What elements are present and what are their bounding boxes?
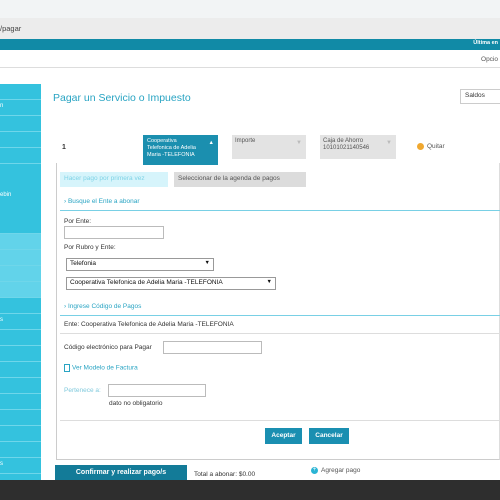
sidebar-item[interactable]: [0, 410, 41, 426]
rubro-select[interactable]: Telefonia ▼: [66, 258, 214, 271]
remove-icon: [417, 143, 424, 150]
codigo-input[interactable]: [163, 341, 262, 354]
ente-select[interactable]: Cooperativa Telefonica de Adelia Maria -…: [66, 277, 276, 290]
dato-no-obligatorio: dato no obligatorio: [109, 400, 163, 407]
sidebar-item[interactable]: [0, 378, 41, 394]
total-amount: Total a abonar: $0.00: [194, 471, 255, 478]
agregar-pago-button[interactable]: + Agregar pago: [311, 467, 360, 474]
ente-info: Ente: Cooperativa Telefonica de Adelia M…: [64, 321, 234, 328]
tab-agenda[interactable]: Seleccionar de la agenda de pagos: [174, 172, 306, 187]
sidebar: n ebin s s: [0, 84, 41, 480]
rubro-selected: Telefonia: [70, 260, 97, 267]
app-header-bar: [0, 39, 500, 50]
saldos-label: Saldos: [465, 92, 485, 99]
sidebar-item[interactable]: [0, 148, 41, 164]
busque-section-heading[interactable]: › Busque el Ente a abonar: [64, 198, 140, 205]
pertenece-label: Pertenece a:: [64, 387, 101, 394]
sidebar-item[interactable]: s: [0, 458, 41, 474]
ver-modelo-link[interactable]: Ver Modelo de Factura: [64, 364, 138, 372]
header-divider: [0, 67, 500, 68]
url-text[interactable]: /pagar: [0, 24, 21, 33]
importe-selector[interactable]: Importe ▼: [232, 135, 306, 159]
opciones-menu[interactable]: Opcio: [481, 56, 498, 63]
sidebar-item[interactable]: [0, 84, 41, 100]
sidebar-item-active[interactable]: [0, 234, 41, 250]
sidebar-item[interactable]: [0, 298, 41, 314]
por-ente-input[interactable]: [64, 226, 164, 239]
caret-up-icon: ▲: [208, 140, 214, 146]
last-login-text: Última en: [473, 40, 498, 46]
sidebar-item[interactable]: [0, 394, 41, 410]
quitar-button[interactable]: Quitar: [417, 143, 445, 150]
ente-line: Cooperativa: [147, 138, 177, 144]
sidebar-item[interactable]: n: [0, 100, 41, 116]
monitor-bezel: [0, 480, 500, 500]
caret-down-icon: ▼: [296, 140, 302, 146]
total-value: $0.00: [238, 471, 256, 478]
saldos-dropdown[interactable]: Saldos: [460, 89, 500, 104]
browser-top-strip: [0, 0, 500, 18]
sidebar-item[interactable]: [0, 266, 41, 282]
sidebar-item[interactable]: s: [0, 314, 41, 330]
importe-label: Importe: [235, 138, 256, 144]
por-ente-label: Por Ente:: [64, 218, 92, 225]
cuenta-selector[interactable]: Caja de Ahorro 10101021140546 ▼: [320, 135, 396, 159]
total-label: Total a abonar:: [194, 471, 238, 478]
sidebar-item[interactable]: [0, 250, 41, 266]
ente-line: Telefonica de Adelia: [147, 145, 196, 151]
sidebar-item[interactable]: [0, 330, 41, 346]
plus-icon: +: [311, 467, 318, 474]
codigo-section-heading[interactable]: › Ingrese Código de Pagos: [64, 303, 141, 310]
payment-row-number: 1: [62, 144, 66, 151]
tab-primera-vez[interactable]: Hacer pago por primera vez: [60, 172, 168, 187]
sidebar-item[interactable]: [0, 132, 41, 148]
browser-address-bar[interactable]: [0, 18, 500, 39]
chevron-down-icon: ▼: [204, 260, 210, 266]
page-title: Pagar un Servicio o Impuesto: [53, 92, 191, 104]
ente-selector[interactable]: Cooperativa Telefonica de Adelia Maria -…: [143, 135, 218, 165]
cuenta-number: 10101021140546: [323, 145, 370, 151]
agregar-label: Agregar pago: [321, 467, 361, 475]
ver-modelo-label: Ver Modelo de Factura: [72, 364, 138, 372]
section-divider: [60, 333, 500, 334]
chevron-down-icon: ▼: [266, 279, 272, 285]
cuenta-type: Caja de Ahorro: [323, 138, 364, 144]
sidebar-item[interactable]: [0, 116, 41, 132]
cancelar-button[interactable]: Cancelar: [309, 428, 349, 444]
codigo-label: Código electrónico para Pagar: [64, 344, 152, 351]
caret-down-icon: ▼: [386, 140, 392, 146]
ente-line: Maria -TELEFONIA: [147, 152, 195, 158]
sidebar-item[interactable]: [0, 362, 41, 378]
section-divider: [60, 210, 500, 211]
sidebar-item[interactable]: [0, 426, 41, 442]
aceptar-button[interactable]: Aceptar: [265, 428, 302, 444]
pertenece-input[interactable]: [108, 384, 206, 397]
document-icon: [64, 364, 70, 372]
por-rubro-label: Por Rubro y Ente:: [64, 244, 116, 251]
sidebar-item[interactable]: [0, 442, 41, 458]
section-divider: [60, 315, 500, 316]
section-divider: [60, 420, 500, 421]
ente-selected: Cooperativa Telefonica de Adelia Maria -…: [70, 279, 223, 286]
quitar-label: Quitar: [427, 143, 445, 151]
sidebar-item[interactable]: [0, 346, 41, 362]
sidebar-item[interactable]: ebin: [0, 164, 41, 234]
payment-form-panel: [56, 163, 500, 460]
sidebar-item[interactable]: [0, 282, 41, 298]
